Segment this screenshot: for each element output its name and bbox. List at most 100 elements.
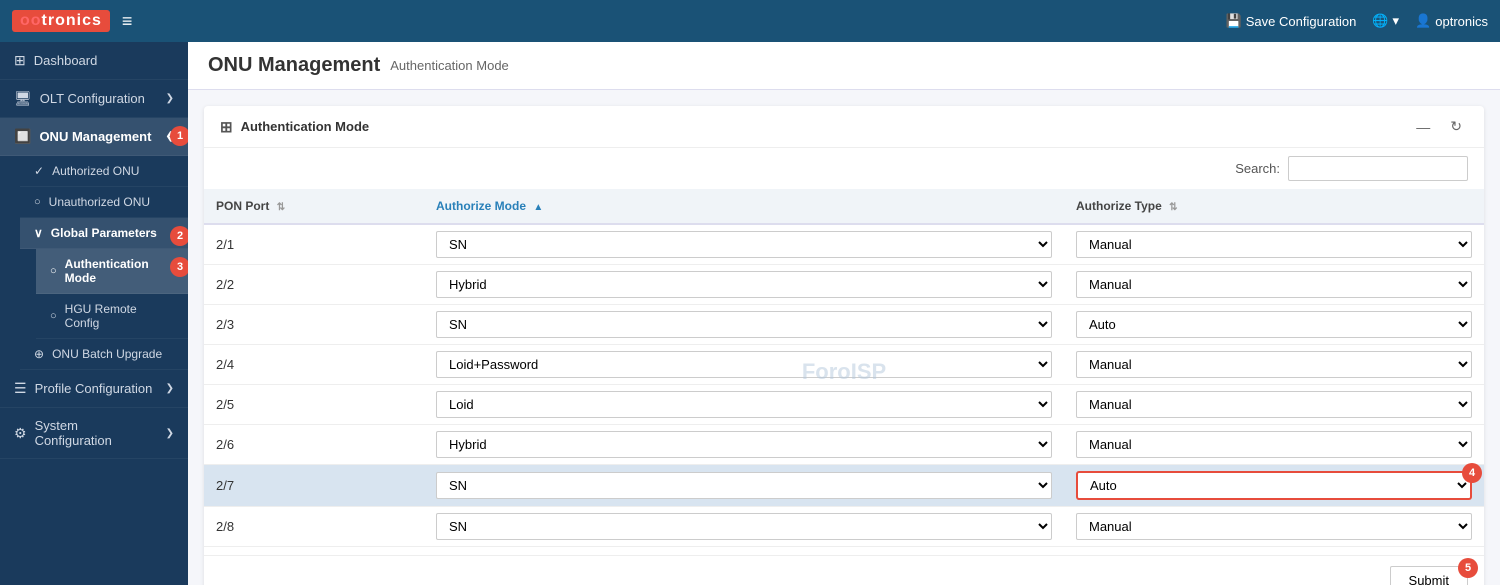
table-row: 2/4 SNHybridLoid+PasswordLoidPassword Manu…: [204, 345, 1484, 385]
cell-authorize-type: ManualAuto: [1064, 425, 1484, 465]
cell-pon-port: 2/8: [204, 507, 424, 547]
cell-pon-port: 2/5: [204, 385, 424, 425]
table-row: 2/5 SNHybridLoid+PasswordLoidPassword Manu…: [204, 385, 1484, 425]
logo: ootronics: [12, 10, 110, 32]
authorize-mode-select[interactable]: SNHybridLoid+PasswordLoidPassword: [436, 231, 1052, 258]
save-icon: 💾: [1226, 13, 1242, 29]
cell-authorize-type: ManualAuto: [1064, 385, 1484, 425]
cell-authorize-mode: SNHybridLoid+PasswordLoidPassword: [424, 507, 1064, 547]
table-header: PON Port ⇅ Authorize Mode ▲ Authorize Ty…: [204, 189, 1484, 224]
table-icon: ⊞: [220, 118, 233, 136]
navbar-left: ootronics ≡: [12, 10, 132, 32]
table-row: 2/2 SNHybridLoid+PasswordLoidPassword Manu…: [204, 265, 1484, 305]
authorize-mode-select[interactable]: SNHybridLoid+PasswordLoidPassword: [436, 391, 1052, 418]
cell-authorize-type: ManualAuto: [1064, 224, 1484, 265]
onu-management-badge: 1: [170, 126, 188, 146]
cell-authorize-type: ManualAuto: [1064, 265, 1484, 305]
submit-badge: 5: [1458, 558, 1478, 578]
cell-authorize-mode: SNHybridLoid+PasswordLoidPassword: [424, 385, 1064, 425]
col-authorize-type[interactable]: Authorize Type ⇅: [1064, 189, 1484, 224]
sort-icon-mode: ▲: [533, 202, 543, 213]
authentication-mode-badge: 3: [170, 257, 188, 277]
global-params-sub: ○ Authentication Mode 3 ○ HGU Remote Con…: [20, 249, 188, 339]
authorize-type-select[interactable]: ManualAuto: [1076, 311, 1472, 338]
cell-pon-port: 2/4: [204, 345, 424, 385]
chevron-right-icon2: ❯: [166, 383, 174, 394]
check-icon: ✓: [34, 164, 44, 178]
authorize-type-select[interactable]: ManualAuto: [1076, 431, 1472, 458]
cell-authorize-mode: SNHybridLoid+PasswordLoidPassword: [424, 265, 1064, 305]
authorize-mode-select[interactable]: SNHybridLoid+PasswordLoidPassword: [436, 351, 1052, 378]
circle-icon: ○: [34, 196, 41, 208]
table-wrap: ForoISP PON Port ⇅ Authorize Mode ▲: [204, 189, 1484, 555]
plus-circle-icon: ⊕: [34, 347, 44, 361]
cell-pon-port: 2/3: [204, 305, 424, 345]
authorize-type-select[interactable]: ManualAuto: [1076, 231, 1472, 258]
search-label: Search:: [1235, 161, 1280, 176]
cell-authorize-mode: SNHybridLoid+PasswordLoidPassword: [424, 465, 1064, 507]
refresh-button[interactable]: ↻: [1444, 116, 1468, 137]
sidebar-item-hgu-remote-config[interactable]: ○ HGU Remote Config: [36, 294, 188, 339]
user-menu[interactable]: 👤 optronics: [1415, 13, 1488, 29]
minimize-button[interactable]: —: [1410, 117, 1436, 137]
sidebar-item-system-config[interactable]: ⚙ System Configuration ❯: [0, 408, 188, 459]
gear-icon: ⚙: [14, 425, 27, 442]
submit-wrap: Submit 5: [1390, 566, 1468, 585]
sidebar-item-unauthorized-onu[interactable]: ○ Unauthorized ONU: [20, 187, 188, 218]
table-row: 2/7SNHybridLoid+PasswordLoidPasswordManu…: [204, 465, 1484, 507]
authorize-mode-select[interactable]: SNHybridLoid+PasswordLoidPassword: [436, 271, 1052, 298]
authorize-type-select[interactable]: ManualAuto: [1076, 351, 1472, 378]
olt-icon: 🖥: [14, 90, 32, 107]
authorize-mode-select[interactable]: SNHybridLoid+PasswordLoidPassword: [436, 431, 1052, 458]
auth-mode-table: PON Port ⇅ Authorize Mode ▲ Authorize Ty…: [204, 189, 1484, 547]
sort-icon-pon: ⇅: [277, 202, 285, 213]
col-pon-port[interactable]: PON Port ⇅: [204, 189, 424, 224]
cell-authorize-type: ManualAuto4: [1064, 465, 1484, 507]
sidebar-item-olt-config[interactable]: 🖥 OLT Configuration ❯: [0, 80, 188, 118]
authorize-type-select[interactable]: ManualAuto: [1076, 471, 1472, 500]
authorize-type-select[interactable]: ManualAuto: [1076, 271, 1472, 298]
cell-authorize-type: ManualAuto: [1064, 345, 1484, 385]
language-selector[interactable]: 🌐 ▾: [1372, 13, 1399, 29]
navbar: ootronics ≡ 💾 Save Configuration 🌐 ▾ 👤 o…: [0, 0, 1500, 42]
search-input[interactable]: [1288, 156, 1468, 181]
profile-icon: ☰: [14, 380, 27, 397]
table-row: 2/8 SNHybridLoid+PasswordLoidPassword Manu…: [204, 507, 1484, 547]
authorize-mode-select[interactable]: SNHybridLoid+PasswordLoidPassword: [436, 311, 1052, 338]
authorize-mode-select[interactable]: SNHybridLoid+PasswordLoidPassword: [436, 513, 1052, 540]
authorize-mode-select[interactable]: SNHybridLoid+PasswordLoidPassword: [436, 472, 1052, 499]
sidebar-item-dashboard[interactable]: ⊞ Dashboard: [0, 42, 188, 80]
sidebar-item-onu-management[interactable]: 🔲 ONU Management ❮ 1: [0, 118, 188, 156]
sort-icon-type: ⇅: [1169, 202, 1177, 213]
hamburger-icon[interactable]: ≡: [122, 11, 133, 32]
dashboard-icon: ⊞: [14, 52, 26, 69]
radio-icon: ○: [50, 265, 57, 277]
authorize-type-select[interactable]: ManualAuto: [1076, 391, 1472, 418]
action-row: Submit 5: [204, 555, 1484, 585]
cell-authorize-mode: SNHybridLoid+PasswordLoidPassword: [424, 345, 1064, 385]
navbar-right: 💾 Save Configuration 🌐 ▾ 👤 optronics: [1226, 13, 1488, 29]
onu-sub-menu: ✓ Authorized ONU ○ Unauthorized ONU ∨ Gl…: [0, 156, 188, 370]
sidebar-item-profile-config[interactable]: ☰ Profile Configuration ❯: [0, 370, 188, 408]
col-authorize-mode[interactable]: Authorize Mode ▲: [424, 189, 1064, 224]
sidebar-item-authorized-onu[interactable]: ✓ Authorized ONU: [20, 156, 188, 187]
page-header: ONU Management Authentication Mode: [188, 42, 1500, 90]
card-header: ⊞ Authentication Mode — ↻: [204, 106, 1484, 148]
cell-authorize-type: ManualAuto: [1064, 305, 1484, 345]
sidebar-item-onu-batch-upgrade[interactable]: ⊕ ONU Batch Upgrade: [20, 339, 188, 370]
sidebar-item-authentication-mode[interactable]: ○ Authentication Mode 3: [36, 249, 188, 294]
cell-pon-port: 2/6: [204, 425, 424, 465]
cell-authorize-mode: SNHybridLoid+PasswordLoidPassword: [424, 425, 1064, 465]
sidebar: ⊞ Dashboard 🖥 OLT Configuration ❯ 🔲 ONU …: [0, 42, 188, 585]
table-row: 2/6 SNHybridLoid+PasswordLoidPassword Manu…: [204, 425, 1484, 465]
sidebar-item-global-parameters[interactable]: ∨ Global Parameters 2: [20, 218, 188, 249]
main-layout: ⊞ Dashboard 🖥 OLT Configuration ❯ 🔲 ONU …: [0, 42, 1500, 585]
save-config-button[interactable]: 💾 Save Configuration: [1226, 13, 1357, 29]
table-row: 2/1SNHybridLoid+PasswordLoidPasswordManu…: [204, 224, 1484, 265]
table-body: 2/1SNHybridLoid+PasswordLoidPasswordManu…: [204, 224, 1484, 547]
page-title: ONU Management: [208, 54, 380, 77]
submit-button[interactable]: Submit: [1390, 566, 1468, 585]
type-highlight-badge: 4: [1462, 463, 1482, 483]
cell-pon-port: 2/2: [204, 265, 424, 305]
authorize-type-select[interactable]: ManualAuto: [1076, 513, 1472, 540]
